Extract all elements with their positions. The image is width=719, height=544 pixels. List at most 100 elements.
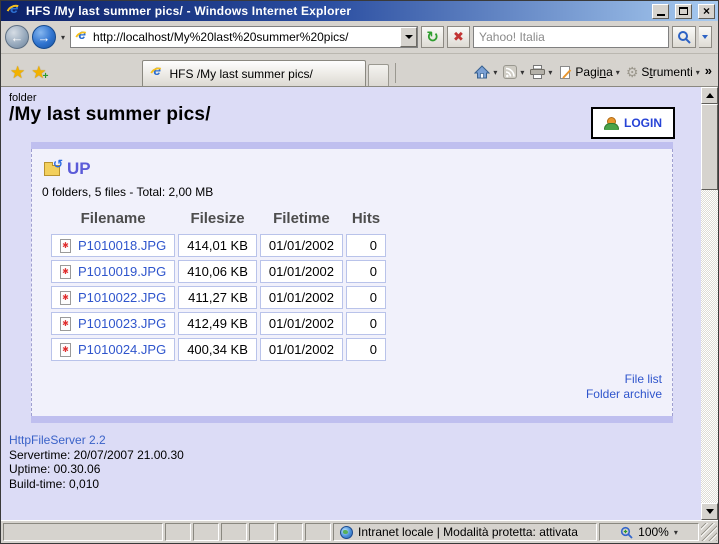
file-hits: 0 [346, 286, 386, 309]
address-dropdown-button[interactable] [400, 27, 417, 47]
status-panel [277, 523, 303, 541]
status-panel [165, 523, 191, 541]
file-link[interactable]: P1010023.JPG [78, 316, 166, 331]
tools-menu-dropdown[interactable]: ▾ [696, 68, 700, 77]
table-header-row: Filename Filesize Filetime Hits [51, 208, 386, 231]
user-icon [604, 117, 617, 130]
history-dropdown[interactable]: ▾ [59, 33, 67, 42]
file-time: 01/01/2002 [260, 234, 343, 257]
page-menu-button[interactable]: Pagina ▾ [555, 60, 622, 84]
maximize-icon [679, 7, 688, 15]
folder-kind-label: folder [9, 92, 701, 104]
add-favorite-button[interactable]: ★+ [28, 60, 49, 86]
close-button[interactable]: × [698, 4, 715, 19]
url-text[interactable]: http://localhost/My%20last%20summer%20pi… [93, 30, 397, 44]
home-button[interactable]: ▾ [471, 60, 500, 84]
search-options-dropdown[interactable] [699, 26, 712, 48]
up-link[interactable]: UP [67, 159, 91, 179]
file-time: 01/01/2002 [260, 260, 343, 283]
login-label: LOGIN [624, 116, 662, 130]
file-list-panel: UP 0 folders, 5 files - Total: 2,00 MB F… [31, 142, 673, 423]
stop-button[interactable]: ✖ [447, 26, 470, 48]
back-button[interactable]: ← [5, 25, 29, 49]
navigation-bar: ← → ▾ http://localhost/My%20last%20summe… [1, 21, 718, 54]
table-row: P1010023.JPG 412,49 KB 01/01/2002 0 [51, 312, 386, 335]
feeds-dropdown[interactable]: ▾ [520, 68, 524, 77]
favorites-button[interactable]: ★ [7, 60, 28, 86]
print-button[interactable]: ▾ [527, 60, 555, 84]
page-menu-dropdown[interactable]: ▾ [616, 68, 620, 77]
scrollbar-thumb[interactable] [701, 104, 718, 190]
status-bar: Intranet locale | Modalità protetta: att… [1, 520, 718, 543]
server-info: HttpFileServer 2.2 Servertime: 20/07/200… [9, 433, 701, 491]
file-table: Filename Filesize Filetime Hits P1010018… [48, 205, 389, 364]
panel-top-bar [31, 142, 673, 149]
folder-up-icon [44, 165, 60, 176]
tab-active[interactable]: HFS /My last summer pics/ [142, 60, 366, 86]
arrow-down-icon [706, 509, 714, 514]
file-size: 414,01 KB [178, 234, 257, 257]
dropdown-arrow-icon [405, 35, 413, 39]
folder-archive-link[interactable]: Folder archive [42, 387, 662, 402]
panel-links: File list Folder archive [42, 372, 664, 402]
image-file-icon [60, 317, 71, 331]
up-row: UP [44, 159, 664, 179]
scroll-down-button[interactable] [701, 503, 718, 520]
file-time: 01/01/2002 [260, 312, 343, 335]
file-link[interactable]: P1010018.JPG [78, 238, 166, 253]
header-hits: Hits [346, 208, 386, 231]
toolbar-separator [395, 63, 396, 83]
window-title: HFS /My last summer pics/ - Windows Inte… [26, 4, 648, 18]
home-dropdown[interactable]: ▾ [493, 68, 497, 77]
resize-grip[interactable] [701, 523, 717, 541]
file-link[interactable]: P1010019.JPG [78, 264, 166, 279]
hfs-version-link[interactable]: HttpFileServer 2.2 [9, 433, 106, 447]
image-file-icon [60, 265, 71, 279]
stop-icon: ✖ [453, 29, 464, 45]
tab-label: HFS /My last summer pics/ [170, 67, 313, 81]
search-button[interactable] [672, 26, 696, 48]
scroll-up-button[interactable] [701, 87, 718, 104]
printer-icon [530, 65, 545, 79]
new-tab-button[interactable] [368, 64, 389, 86]
status-panel [3, 523, 163, 541]
page-viewport: folder /My last summer pics/ LOGIN UP 0 … [1, 87, 718, 520]
page-favicon-icon [75, 30, 89, 44]
minimize-button[interactable] [652, 4, 669, 19]
login-button[interactable]: LOGIN [591, 107, 675, 139]
toolbar-overflow-chevron[interactable]: » [705, 63, 712, 78]
refresh-button[interactable]: ↻ [421, 26, 444, 48]
scrollbar-track[interactable] [701, 104, 718, 503]
close-icon: × [703, 6, 710, 16]
image-file-icon [60, 239, 71, 253]
table-row: P1010018.JPG 414,01 KB 01/01/2002 0 [51, 234, 386, 257]
status-panel [193, 523, 219, 541]
file-list-link[interactable]: File list [42, 372, 662, 387]
uptime-text: Uptime: 00.30.06 [9, 462, 701, 477]
search-input[interactable]: Yahoo! Italia [473, 26, 669, 48]
file-link[interactable]: P1010022.JPG [78, 290, 166, 305]
maximize-button[interactable] [675, 4, 692, 19]
zoom-control[interactable]: 100% ▾ [599, 523, 699, 541]
zoom-dropdown[interactable]: ▾ [674, 528, 678, 537]
arrow-up-icon [706, 93, 714, 98]
table-row: P1010022.JPG 411,27 KB 01/01/2002 0 [51, 286, 386, 309]
file-link[interactable]: P1010024.JPG [78, 342, 166, 357]
security-zone-panel: Intranet locale | Modalità protetta: att… [333, 523, 597, 541]
forward-button[interactable]: → [32, 25, 56, 49]
dropdown-arrow-icon [702, 35, 708, 39]
table-row: P1010024.JPG 400,34 KB 01/01/2002 0 [51, 338, 386, 361]
file-hits: 0 [346, 312, 386, 335]
globe-icon [340, 526, 353, 539]
address-bar[interactable]: http://localhost/My%20last%20summer%20pi… [70, 26, 418, 48]
vertical-scrollbar[interactable] [701, 87, 718, 520]
zone-text: Intranet locale | Modalità protetta: att… [358, 525, 578, 539]
servertime-text: Servertime: 20/07/2007 21.00.30 [9, 448, 701, 463]
minimize-icon [657, 14, 665, 16]
file-hits: 0 [346, 338, 386, 361]
tools-menu-button[interactable]: ⚙ Strumenti ▾ [623, 60, 703, 84]
feeds-button[interactable]: ▾ [500, 60, 527, 84]
header-filesize: Filesize [178, 208, 257, 231]
print-dropdown[interactable]: ▾ [548, 68, 552, 77]
panel-body: UP 0 folders, 5 files - Total: 2,00 MB F… [31, 149, 673, 416]
